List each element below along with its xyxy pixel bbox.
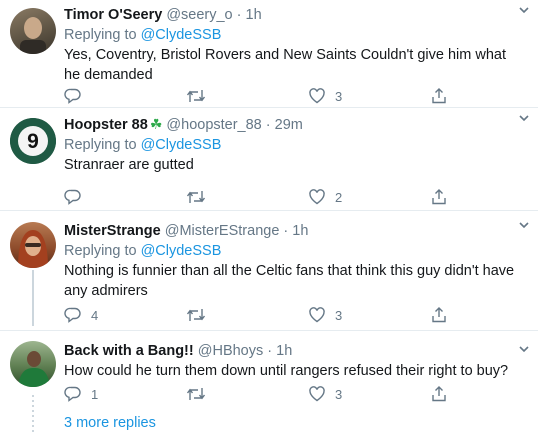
replying-to-link[interactable]: @ClydeSSB [141,137,222,153]
author-name[interactable]: MisterStrange [64,223,161,239]
separator-dot: · [236,7,242,23]
pool-ball-nine: 9 [27,130,39,153]
replying-to-link[interactable]: @ClydeSSB [141,243,222,259]
like-button[interactable]: 3 [308,305,342,325]
tweet-text: Nothing is funnier than all the Celtic f… [64,263,515,299]
reply-button[interactable] [64,187,91,207]
like-button[interactable]: 3 [308,384,342,404]
share-icon [432,189,446,205]
author-name[interactable]: Timor O'Seery [64,7,162,23]
replying-to: Replying to @ClydeSSB [64,241,524,261]
show-more-replies-link[interactable]: 3 more replies [64,415,156,431]
like-count: 3 [335,88,343,104]
share-button[interactable] [430,384,448,404]
avatar[interactable]: 9 [10,118,56,164]
author-handle[interactable]: @MisterEStrange [165,223,280,239]
chevron-down-icon[interactable] [518,112,530,124]
like-count: 3 [335,386,343,402]
timestamp[interactable]: 1h [246,7,262,23]
retweet-icon [186,309,206,321]
like-count: 2 [335,189,343,205]
share-button[interactable] [430,187,448,207]
replying-to: Replying to @ClydeSSB [64,135,524,155]
like-button[interactable]: 3 [308,86,342,106]
like-icon [309,386,325,402]
chevron-down-icon[interactable] [518,343,530,355]
reply-thread: Timor O'Seery @seery_o · 1h Replying to … [0,0,550,433]
retweet-icon [186,388,206,400]
reply-icon [64,307,81,323]
reply-button[interactable]: 4 [64,305,98,325]
separator-dot: · [283,223,289,239]
like-icon [309,88,325,104]
share-icon [432,307,446,323]
avatar[interactable] [10,341,56,387]
replying-to-label: Replying to [64,243,141,259]
tweet[interactable]: MisterStrange @MisterEStrange · 1h Reply… [0,211,538,331]
reply-count: 4 [91,307,99,323]
like-button[interactable]: 2 [308,187,342,207]
reply-icon [64,189,81,205]
like-icon [309,189,325,205]
replying-to-link[interactable]: @ClydeSSB [141,27,222,43]
author-handle[interactable]: @seery_o [166,7,232,23]
tweet-text: Stranraer are gutted [64,157,194,173]
reply-button[interactable]: 1 [64,384,98,404]
tweet-text: How could he turn them down until ranger… [64,363,509,379]
chevron-down-icon[interactable] [518,219,530,231]
author-name[interactable]: Hoopster 88 [64,117,148,133]
retweet-button[interactable] [186,86,215,106]
clover-emoji: ☘ [149,116,163,132]
replying-to-label: Replying to [64,27,141,43]
tweet[interactable]: Back with a Bang!! @HBhoys · 1h How coul… [0,331,538,411]
author-handle[interactable]: @hoopster_88 [166,117,261,133]
share-button[interactable] [430,86,448,106]
share-icon [432,386,446,402]
reply-icon [64,88,81,104]
share-button[interactable] [430,305,448,325]
separator-dot: · [265,117,271,133]
author-name[interactable]: Back with a Bang!! [64,343,194,359]
reply-count: 1 [91,386,99,402]
retweet-button[interactable] [186,384,215,404]
thread-connector [32,270,34,326]
avatar[interactable] [10,222,56,268]
like-count: 3 [335,307,343,323]
retweet-icon [186,191,206,203]
author-handle[interactable]: @HBhoys [198,343,264,359]
separator-dot: · [267,343,273,359]
tweet[interactable]: Timor O'Seery @seery_o · 1h Replying to … [0,0,538,108]
chevron-down-icon[interactable] [518,4,530,16]
replying-to: Replying to @ClydeSSB [64,25,524,45]
timestamp[interactable]: 1h [276,343,292,359]
retweet-icon [186,90,206,102]
retweet-button[interactable] [186,305,215,325]
avatar[interactable] [10,8,56,54]
reply-button[interactable] [64,86,91,106]
like-icon [309,307,325,323]
timestamp[interactable]: 29m [275,117,303,133]
thread-dots [32,395,34,433]
share-icon [432,88,446,104]
reply-icon [64,386,81,402]
replying-to-label: Replying to [64,137,141,153]
tweet-text: Yes, Coventry, Bristol Rovers and New Sa… [64,47,506,83]
timestamp[interactable]: 1h [292,223,308,239]
retweet-button[interactable] [186,187,215,207]
tweet[interactable]: 9 Hoopster 88 ☘ @hoopster_88 · 29m Replyi… [0,108,538,211]
